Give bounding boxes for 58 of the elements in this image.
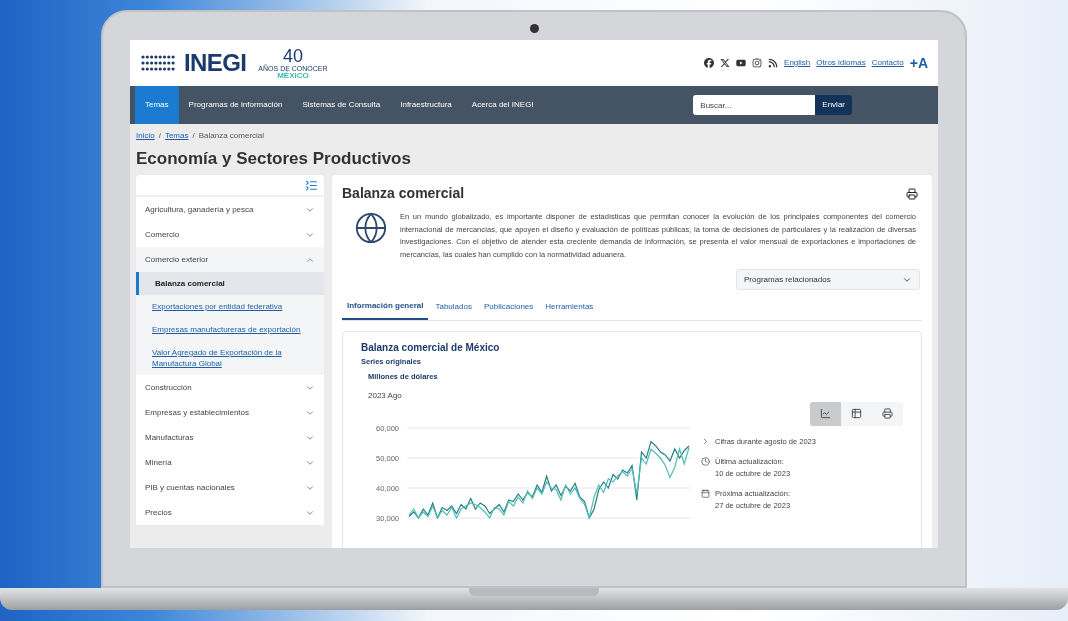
tab[interactable]: Tabulados xyxy=(430,294,477,320)
table-icon xyxy=(851,408,862,419)
print-icon[interactable] xyxy=(906,187,918,200)
breadcrumb-separator: / xyxy=(192,130,195,142)
nav-item[interactable]: Acerca del INEGI xyxy=(461,86,544,124)
nav-item[interactable]: Sistemas de Consulta xyxy=(292,86,391,124)
nav-item[interactable]: Infraestructura xyxy=(390,86,462,124)
search-field[interactable]: Buscar... xyxy=(693,95,816,115)
nav-item[interactable]: Programas de información xyxy=(178,86,293,124)
sidebar-item[interactable]: Minería xyxy=(136,450,324,475)
sidebar-item[interactable]: Precios xyxy=(136,500,324,525)
header-link[interactable]: English xyxy=(784,57,811,69)
sidebar-item[interactable]: PIB y cuentas nacionales xyxy=(136,475,324,500)
camera-icon[interactable] xyxy=(752,58,763,68)
breadcrumb-current: Balanza comercial xyxy=(198,130,265,142)
facebook-icon[interactable] xyxy=(704,58,715,68)
rss-icon[interactable] xyxy=(768,58,779,68)
sidebar-subitem[interactable]: Empresas manufactureras de exportación xyxy=(136,318,324,341)
tab[interactable]: Publicaciones xyxy=(478,294,539,320)
breadcrumb-link[interactable]: Temas xyxy=(164,130,189,142)
chart-title: Balanza comercial de México xyxy=(361,341,501,355)
font-size-button[interactable]: +A xyxy=(909,56,928,70)
sidebar-item[interactable]: Agricultura, ganadería y pesca xyxy=(136,197,324,222)
page-title: Economía y Sectores Productivos xyxy=(135,148,412,170)
sidebar-subitem[interactable]: Balanza comercial xyxy=(136,272,324,295)
section-title: Balanza comercial xyxy=(342,184,465,203)
webcam-icon xyxy=(529,24,539,33)
video-play-icon[interactable] xyxy=(736,58,747,68)
header-link[interactable]: Otros idiomas xyxy=(816,57,866,69)
sidebar-item[interactable]: Comercio exterior xyxy=(136,247,324,272)
view-toggle-button[interactable] xyxy=(810,401,841,426)
anniversary-number: 40 xyxy=(282,46,303,65)
breadcrumb-separator: / xyxy=(158,130,161,142)
chevron-right-icon xyxy=(701,436,710,446)
line-chart-icon xyxy=(820,408,831,419)
x-logo-icon[interactable] xyxy=(720,58,731,68)
logo-country: MÉXICO xyxy=(277,71,309,80)
sidebar-item[interactable]: Manufacturas xyxy=(136,425,324,450)
header-link[interactable]: Contacto xyxy=(871,57,904,69)
breadcrumb-link[interactable]: Inicio xyxy=(136,130,155,142)
search-button[interactable]: Enviar xyxy=(815,95,852,115)
sidebar-subitem[interactable]: Valor Agregado de Exportación de la Manufactura Global xyxy=(136,341,324,375)
sidebar-subitem[interactable]: Exportaciones por entidad federativa xyxy=(136,295,324,318)
globe-icon xyxy=(354,211,388,245)
print-icon xyxy=(882,408,893,419)
logo-text: INEGI xyxy=(184,51,247,75)
calendar-icon xyxy=(701,488,710,498)
tab[interactable]: Herramientas xyxy=(540,294,599,320)
related-programs-dropdown[interactable]: Programas relacionados xyxy=(736,269,920,290)
chart-period: 2023 Ago xyxy=(368,389,403,402)
tab[interactable]: Información general xyxy=(342,294,429,320)
sidebar-item[interactable]: Empresas y establecimientos xyxy=(136,400,324,425)
clock-icon xyxy=(701,456,710,466)
collapse-menu-icon[interactable] xyxy=(305,178,318,192)
sidebar-item[interactable]: Construcción xyxy=(136,375,324,400)
sidebar-item[interactable]: Comercio xyxy=(136,222,324,247)
nav-item[interactable]: Temas xyxy=(135,86,179,124)
dots-logo-icon xyxy=(140,53,176,73)
